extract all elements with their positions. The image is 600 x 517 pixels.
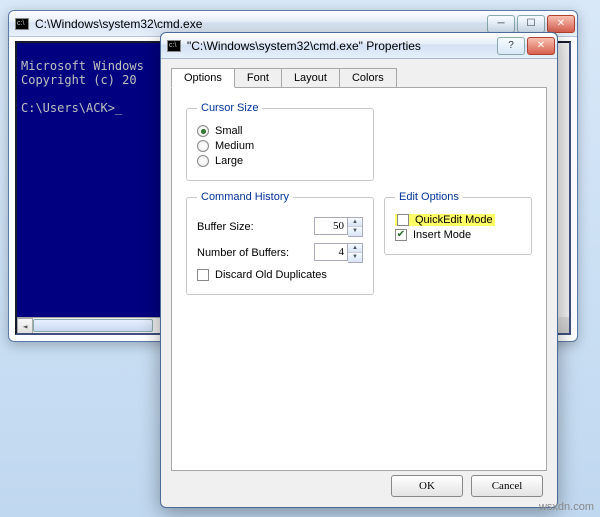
group-edit-options: Edit Options ✔ QuickEdit Mode ✔ Insert M… [384,191,532,255]
checkbox-icon: ✔ [395,229,407,241]
spin-down-icon[interactable]: ▼ [348,227,362,236]
spin-up-icon[interactable]: ▲ [348,244,362,253]
num-buffers-spinner[interactable]: ▲▼ [314,243,363,263]
checkbox-icon: ✔ [397,214,409,226]
tab-strip: Options Font Layout Colors [171,67,547,87]
tab-layout[interactable]: Layout [281,68,340,88]
dialog-titlebar[interactable]: c:\ "C:\Windows\system32\cmd.exe" Proper… [161,33,557,59]
check-quickedit[interactable]: ✔ QuickEdit Mode [395,214,521,226]
properties-dialog: c:\ "C:\Windows\system32\cmd.exe" Proper… [160,32,558,508]
ok-button[interactable]: OK [391,475,463,497]
cmd-icon: c:\ [167,40,181,52]
close-button[interactable]: ✕ [547,15,575,33]
radio-label: Large [215,155,243,167]
group-legend: Edit Options [395,191,463,203]
spin-down-icon[interactable]: ▼ [348,253,362,262]
radio-icon [197,125,209,137]
checkbox-icon: ✔ [197,269,209,281]
tab-options[interactable]: Options [171,68,235,88]
cmd-title: C:\Windows\system32\cmd.exe [35,17,485,31]
num-buffers-input[interactable] [314,243,348,261]
radio-icon [197,140,209,152]
radio-large[interactable]: Large [197,155,363,167]
group-cursor-size: Cursor Size Small Medium Large [186,102,374,181]
group-command-history: Command History Buffer Size: ▲▼ Number o… [186,191,374,295]
checkbox-label: Insert Mode [413,229,471,241]
buffer-size-spinner[interactable]: ▲▼ [314,217,363,237]
cmd-icon: c:\ [15,18,29,30]
radio-label: Medium [215,140,254,152]
close-button[interactable]: ✕ [527,37,555,55]
maximize-button[interactable]: ☐ [517,15,545,33]
tab-colors[interactable]: Colors [339,68,397,88]
spin-up-icon[interactable]: ▲ [348,218,362,227]
cmd-cursor: _ [115,101,122,115]
checkbox-label: QuickEdit Mode [415,214,493,226]
minimize-button[interactable]: ─ [487,15,515,33]
radio-medium[interactable]: Medium [197,140,363,152]
buffer-size-input[interactable] [314,217,348,235]
check-discard-duplicates[interactable]: ✔ Discard Old Duplicates [197,269,363,281]
group-legend: Command History [197,191,293,203]
tab-panel-options: Cursor Size Small Medium Large Comma [171,87,547,471]
num-buffers-label: Number of Buffers: [197,247,314,259]
cmd-prompt: C:\Users\ACK> [21,101,115,115]
radio-small[interactable]: Small [197,125,363,137]
buffer-size-label: Buffer Size: [197,221,314,233]
check-insert-mode[interactable]: ✔ Insert Mode [395,229,521,241]
watermark: wsxdn.com [539,501,594,513]
cmd-output-line: Microsoft Windows [21,59,144,73]
help-button[interactable]: ? [497,37,525,55]
cmd-output-line: Copyright (c) 20 [21,73,137,87]
scroll-thumb[interactable] [33,319,153,332]
cancel-button[interactable]: Cancel [471,475,543,497]
group-legend: Cursor Size [197,102,262,114]
dialog-title: "C:\Windows\system32\cmd.exe" Properties [187,39,495,53]
radio-icon [197,155,209,167]
checkbox-label: Discard Old Duplicates [215,269,327,281]
scroll-left-icon[interactable]: ◄ [17,318,33,334]
radio-label: Small [215,125,243,137]
tab-font[interactable]: Font [234,68,282,88]
